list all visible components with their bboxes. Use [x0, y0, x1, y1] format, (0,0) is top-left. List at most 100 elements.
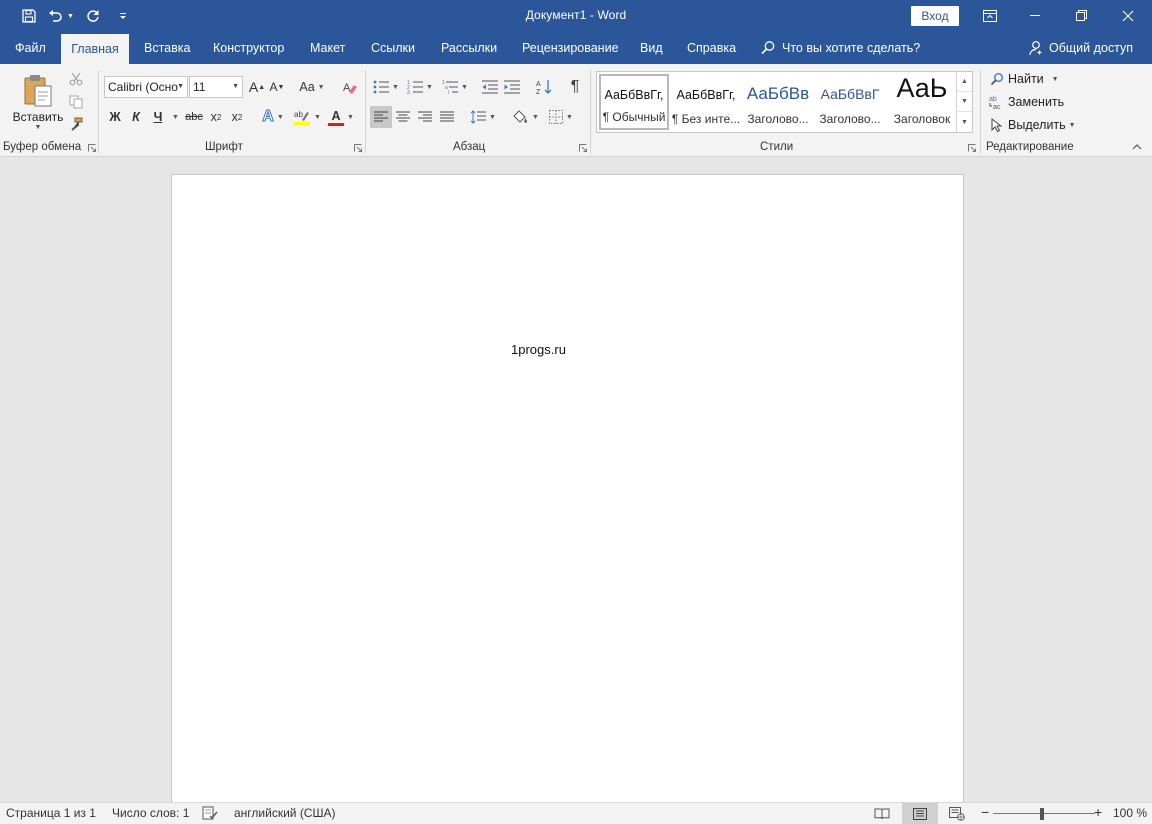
bold-button[interactable]: Ж: [106, 106, 124, 128]
highlight-color-button[interactable]: ab ▼: [292, 106, 322, 128]
tell-me-search[interactable]: Что вы хотите сделать?: [760, 32, 920, 64]
tab-references[interactable]: Ссылки: [371, 32, 415, 64]
clear-formatting-button[interactable]: A: [340, 76, 360, 98]
dialog-launcher-icon[interactable]: [968, 144, 976, 152]
font-group-label: Шрифт: [205, 141, 243, 153]
numbering-button[interactable]: 123 ▼: [405, 76, 435, 98]
zoom-out-button[interactable]: −: [981, 804, 989, 820]
style-title[interactable]: АаЬ Заголовок: [887, 74, 957, 130]
document-area[interactable]: 1progs.ru: [0, 157, 1152, 802]
zoom-level[interactable]: 100 %: [1113, 806, 1147, 820]
ribbon-options-icon: [983, 10, 997, 22]
document-text[interactable]: 1progs.ru: [511, 342, 566, 357]
tab-design[interactable]: Конструктор: [213, 32, 284, 64]
strikethrough-button[interactable]: abc: [183, 106, 205, 128]
tab-mailings[interactable]: Рассылки: [441, 32, 497, 64]
font-size-combo[interactable]: 11 ▼: [189, 76, 243, 98]
gallery-more[interactable]: ▼: [957, 112, 972, 132]
style-no-spacing[interactable]: АаБбВвГг, ¶ Без инте...: [671, 74, 741, 130]
borders-button[interactable]: ▼: [545, 106, 577, 128]
dialog-launcher-icon[interactable]: [88, 144, 96, 152]
share-button[interactable]: Общий доступ: [1028, 32, 1133, 64]
style-normal[interactable]: АаБбВвГг, ¶ Обычный: [599, 74, 669, 130]
justify-button[interactable]: [436, 106, 458, 128]
document-page[interactable]: 1progs.ru: [171, 174, 964, 802]
chevron-down-icon: ▼: [34, 123, 42, 131]
word-count[interactable]: Число слов: 1: [112, 806, 189, 820]
copy-button[interactable]: [66, 92, 86, 112]
replace-button[interactable]: ab ac Заменить: [988, 92, 1064, 112]
decrease-indent-button[interactable]: [480, 76, 500, 98]
dialog-launcher-icon[interactable]: [579, 144, 587, 152]
tab-home[interactable]: Главная: [61, 34, 129, 64]
find-button[interactable]: Найти ▼: [988, 69, 1059, 89]
share-label: Общий доступ: [1049, 41, 1133, 55]
select-button[interactable]: Выделить ▼: [988, 115, 1076, 135]
web-layout-button[interactable]: [939, 803, 975, 824]
zoom-slider-thumb[interactable]: [1040, 808, 1044, 820]
shrink-font-button[interactable]: A ▼: [268, 76, 286, 98]
show-formatting-marks-button[interactable]: ¶: [564, 76, 586, 98]
tab-view[interactable]: Вид: [640, 32, 663, 64]
ribbon-display-options-button[interactable]: [967, 0, 1013, 32]
subscript-button[interactable]: x2: [206, 106, 226, 128]
ribbon-tabs: Файл Главная Вставка Конструктор Макет С…: [0, 32, 1152, 64]
tab-review[interactable]: Рецензирование: [522, 32, 619, 64]
align-right-button[interactable]: [414, 106, 436, 128]
line-spacing-button[interactable]: ▼: [468, 106, 498, 128]
paste-button[interactable]: Вставить ▼: [10, 68, 66, 136]
borders-icon: [549, 110, 564, 124]
underline-button[interactable]: Ч: [149, 106, 167, 128]
group-separator: [980, 70, 981, 154]
gallery-scroll-up[interactable]: ▲: [957, 72, 972, 92]
align-center-button[interactable]: [392, 106, 414, 128]
svg-text:i: i: [448, 90, 449, 94]
chevron-down-icon: ▼: [461, 83, 468, 91]
language-indicator[interactable]: английский (США): [234, 806, 335, 820]
chevron-down-icon: ▼: [489, 113, 496, 121]
numbered-list-icon: 123: [407, 80, 424, 94]
text-effects-button[interactable]: A ▼: [257, 106, 289, 128]
zoom-slider-track[interactable]: [993, 813, 1095, 814]
italic-button[interactable]: К: [127, 106, 145, 128]
proofing-icon[interactable]: [202, 805, 218, 824]
zoom-in-button[interactable]: +: [1094, 804, 1102, 820]
increase-indent-button[interactable]: [502, 76, 522, 98]
page-count[interactable]: Страница 1 из 1: [6, 806, 96, 820]
collapse-ribbon-button[interactable]: [1128, 140, 1146, 154]
close-button[interactable]: [1105, 0, 1151, 32]
sort-button[interactable]: AZ: [533, 76, 555, 98]
read-mode-button[interactable]: [864, 803, 900, 824]
bullets-button[interactable]: ▼: [371, 76, 401, 98]
cut-button[interactable]: [66, 69, 86, 89]
gallery-scroll-down[interactable]: ▼: [957, 92, 972, 112]
font-name-value: Calibri (Осно: [108, 80, 178, 94]
tab-help[interactable]: Справка: [687, 32, 736, 64]
change-case-button[interactable]: Aa ▼: [297, 76, 327, 98]
title-bar: ▼ Документ1 - Word Вход: [0, 0, 1152, 32]
status-bar: Страница 1 из 1 Число слов: 1 английский…: [0, 802, 1152, 824]
style-heading-1[interactable]: АаБбВв Заголово...: [743, 74, 813, 130]
restore-button[interactable]: [1059, 0, 1105, 32]
minimize-button[interactable]: [1013, 0, 1059, 32]
format-painter-button[interactable]: [66, 114, 86, 134]
restore-icon: [1076, 10, 1087, 21]
signin-button[interactable]: Вход: [911, 6, 959, 26]
grow-font-button[interactable]: A ▲: [248, 76, 266, 98]
align-left-button[interactable]: [370, 106, 392, 128]
multilevel-list-button[interactable]: 1ai ▼: [440, 76, 470, 98]
search-icon: [988, 72, 1006, 86]
font-name-combo[interactable]: Calibri (Осно ▼: [104, 76, 188, 98]
superscript-button[interactable]: x2: [227, 106, 247, 128]
style-heading-2[interactable]: АаБбВвГ Заголово...: [815, 74, 885, 130]
tab-file[interactable]: Файл: [15, 32, 46, 64]
tab-layout[interactable]: Макет: [310, 32, 345, 64]
style-name: ¶ Без инте...: [671, 112, 741, 126]
bullet-list-icon: [373, 80, 390, 94]
dialog-launcher-icon[interactable]: [354, 144, 362, 152]
tab-insert[interactable]: Вставка: [144, 32, 190, 64]
print-layout-button[interactable]: [902, 803, 938, 824]
shading-button[interactable]: ▼: [509, 106, 541, 128]
font-color-button[interactable]: A ▼: [326, 106, 356, 128]
underline-dropdown[interactable]: ▼: [168, 106, 180, 128]
